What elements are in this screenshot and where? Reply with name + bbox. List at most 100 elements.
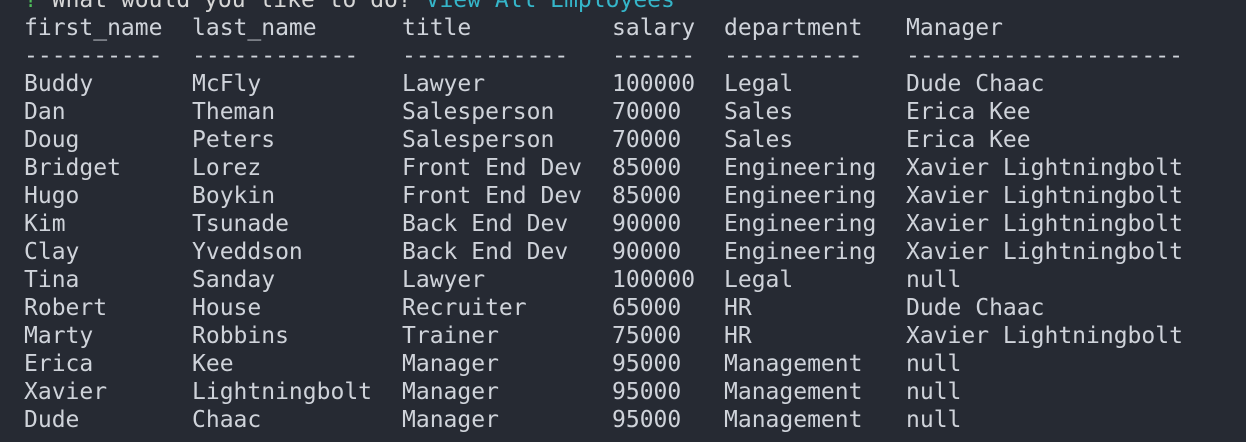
column-separator: ---------- bbox=[24, 43, 163, 69]
table-cell-last-name: House bbox=[192, 295, 262, 321]
table-cell-title: Front End Dev bbox=[402, 183, 583, 209]
table-cell-last-name: Kee bbox=[192, 351, 234, 377]
table-cell-first-name: Dan bbox=[24, 99, 66, 125]
table-cell-manager: null bbox=[906, 267, 962, 293]
table-cell-salary: 100000 bbox=[612, 71, 696, 97]
prompt-question: What would you like to do? bbox=[51, 0, 412, 13]
table-row: Xavier Lightningbolt Manager 95000 Managemen… bbox=[24, 378, 1206, 406]
table-cell-salary: 85000 bbox=[612, 183, 682, 209]
table-cell-title: Salesperson bbox=[402, 127, 555, 153]
table-cell-manager: Xavier Lightningbolt bbox=[906, 323, 1183, 349]
table-row: Hugo Boykin Front End Dev 85000 Engineering X… bbox=[24, 182, 1206, 210]
table-cell-department: Engineering bbox=[724, 155, 877, 181]
terminal-output: ? What would you like to do? View All Em… bbox=[24, 0, 1206, 434]
table-cell-first-name: Buddy bbox=[24, 71, 94, 97]
column-header: first_name bbox=[24, 15, 163, 41]
table-cell-department: Engineering bbox=[724, 211, 877, 237]
table-cell-department: Engineering bbox=[724, 239, 877, 265]
table-cell-first-name: Marty bbox=[24, 323, 94, 349]
table-cell-title: Trainer bbox=[402, 323, 499, 349]
table-cell-manager: Erica Kee bbox=[906, 99, 1031, 125]
table-cell-manager: null bbox=[906, 407, 962, 433]
table-cell-title: Recruiter bbox=[402, 295, 527, 321]
table-cell-first-name: Dude bbox=[24, 407, 80, 433]
table-cell-manager: Xavier Lightningbolt bbox=[906, 155, 1183, 181]
table-cell-last-name: Lorez bbox=[192, 155, 262, 181]
table-cell-title: Back End Dev bbox=[402, 211, 569, 237]
table-cell-last-name: Boykin bbox=[192, 183, 276, 209]
table-cell-last-name: Chaac bbox=[192, 407, 262, 433]
table-cell-title: Back End Dev bbox=[402, 239, 569, 265]
column-separator: ------------ bbox=[192, 43, 359, 69]
column-header: last_name bbox=[192, 15, 317, 41]
table-row: Robert House Recruiter 65000 HR Dude Chaac bbox=[24, 294, 1206, 322]
table-cell-department: Legal bbox=[724, 71, 794, 97]
table-row: Kim Tsunade Back End Dev 90000 Engineering Xa… bbox=[24, 210, 1206, 238]
table-cell-title: Lawyer bbox=[402, 267, 486, 293]
table-cell-first-name: Bridget bbox=[24, 155, 121, 181]
table-cell-first-name: Clay bbox=[24, 239, 80, 265]
table-cell-last-name: Tsunade bbox=[192, 211, 289, 237]
table-cell-first-name: Erica bbox=[24, 351, 94, 377]
table-header-row: first_name last_name title salary depart… bbox=[24, 14, 1206, 42]
table-cell-salary: 95000 bbox=[612, 407, 682, 433]
table-cell-department: Engineering bbox=[724, 183, 877, 209]
table-row: Dan Theman Salesperson 70000 Sales Erica Kee bbox=[24, 98, 1206, 126]
table-cell-last-name: McFly bbox=[192, 71, 262, 97]
table-cell-manager: Dude Chaac bbox=[906, 295, 1045, 321]
column-separator: ------------ bbox=[402, 43, 569, 69]
table-cell-salary: 70000 bbox=[612, 127, 682, 153]
table-cell-first-name: Xavier bbox=[24, 379, 108, 405]
table-row: Clay Yveddson Back End Dev 90000 Engineering… bbox=[24, 238, 1206, 266]
table-cell-manager: null bbox=[906, 379, 962, 405]
table-cell-manager: null bbox=[906, 351, 962, 377]
table-cell-title: Manager bbox=[402, 379, 499, 405]
table-cell-salary: 75000 bbox=[612, 323, 682, 349]
column-separator: ---------- bbox=[724, 43, 863, 69]
table-cell-last-name: Robbins bbox=[192, 323, 289, 349]
table-cell-first-name: Robert bbox=[24, 295, 108, 321]
table-cell-department: Sales bbox=[724, 99, 794, 125]
table-cell-department: HR bbox=[724, 323, 752, 349]
table-cell-department: HR bbox=[724, 295, 752, 321]
table-cell-manager: Dude Chaac bbox=[906, 71, 1045, 97]
prompt-line: ? What would you like to do? View All Em… bbox=[24, 0, 1206, 14]
table-cell-department: Management bbox=[724, 407, 863, 433]
table-cell-salary: 65000 bbox=[612, 295, 682, 321]
table-cell-salary: 90000 bbox=[612, 211, 682, 237]
table-row: Buddy McFly Lawyer 100000 Legal Dude Chaac bbox=[24, 70, 1206, 98]
table-cell-last-name: Yveddson bbox=[192, 239, 303, 265]
table-cell-last-name: Peters bbox=[192, 127, 276, 153]
column-header: Manager bbox=[906, 15, 1003, 41]
table-cell-salary: 95000 bbox=[612, 379, 682, 405]
table-cell-title: Lawyer bbox=[402, 71, 486, 97]
terminal-window[interactable]: ? What would you like to do? View All Em… bbox=[0, 0, 1246, 442]
table-cell-manager: Erica Kee bbox=[906, 127, 1031, 153]
table-cell-department: Legal bbox=[724, 267, 794, 293]
table-cell-department: Management bbox=[724, 379, 863, 405]
table-separator-row: ---------- ------------ ------------ ---… bbox=[24, 42, 1206, 70]
table-cell-salary: 85000 bbox=[612, 155, 682, 181]
column-header: title bbox=[402, 15, 472, 41]
table-cell-last-name: Lightningbolt bbox=[192, 379, 373, 405]
table-cell-department: Sales bbox=[724, 127, 794, 153]
table-row: Marty Robbins Trainer 75000 HR Xavier Lightni… bbox=[24, 322, 1206, 350]
table-cell-salary: 70000 bbox=[612, 99, 682, 125]
column-header: salary bbox=[612, 15, 696, 41]
table-cell-manager: Xavier Lightningbolt bbox=[906, 211, 1183, 237]
table-cell-first-name: Doug bbox=[24, 127, 80, 153]
table-cell-first-name: Tina bbox=[24, 267, 80, 293]
table-cell-first-name: Kim bbox=[24, 211, 66, 237]
table-body: Buddy McFly Lawyer 100000 Legal Dude Chaac Dan… bbox=[24, 70, 1206, 434]
table-cell-department: Management bbox=[724, 351, 863, 377]
table-cell-first-name: Hugo bbox=[24, 183, 80, 209]
table-cell-last-name: Theman bbox=[192, 99, 276, 125]
prompt-mark: ? bbox=[24, 0, 38, 13]
prompt-answer: View All Employees bbox=[425, 0, 675, 13]
table-cell-salary: 95000 bbox=[612, 351, 682, 377]
table-cell-manager: Xavier Lightningbolt bbox=[906, 239, 1183, 265]
table-cell-title: Manager bbox=[402, 407, 499, 433]
table-cell-title: Salesperson bbox=[402, 99, 555, 125]
column-separator: ------ bbox=[612, 43, 696, 69]
table-row: Doug Peters Salesperson 70000 Sales Erica Kee bbox=[24, 126, 1206, 154]
